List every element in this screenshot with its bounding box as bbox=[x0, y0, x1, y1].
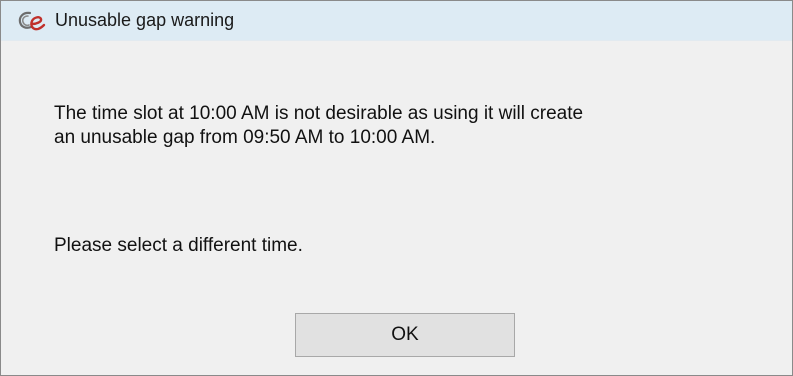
ce-logo-icon bbox=[17, 9, 47, 33]
message-line-1: The time slot at 10:00 AM is not desirab… bbox=[54, 103, 584, 124]
ok-button[interactable]: OK bbox=[295, 313, 515, 357]
title-bar[interactable]: Unusable gap warning bbox=[1, 1, 792, 41]
warning-message: The time slot at 10:00 AM is not desirab… bbox=[54, 102, 583, 150]
prompt-text: Please select a different time. bbox=[54, 235, 303, 256]
message-line-2: an unusable gap from 09:50 AM to 10:00 A… bbox=[54, 127, 436, 148]
dialog-title: Unusable gap warning bbox=[55, 10, 235, 30]
warning-dialog: Unusable gap warning The time slot at 10… bbox=[0, 0, 793, 376]
